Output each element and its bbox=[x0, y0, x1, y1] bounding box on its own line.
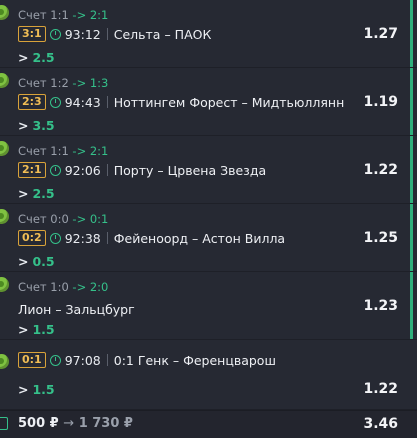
clock-icon bbox=[49, 96, 61, 108]
odds-value: 1.23 bbox=[363, 297, 398, 314]
outcome-value: 0.5 bbox=[32, 254, 55, 269]
match-info: Лион – Зальцбург bbox=[18, 302, 135, 317]
bet-row[interactable]: 0:1 97:08 0:1 Генк – Ференцварош >1.5 1.… bbox=[0, 340, 417, 410]
match-info: 3:1 93:12 Сельта – ПАОК bbox=[18, 26, 211, 42]
outcome-value: 1.5 bbox=[32, 322, 55, 337]
odds-value: 1.25 bbox=[363, 229, 398, 246]
score-change: Счет 1:0 -> 2:0 bbox=[18, 280, 108, 294]
score-before: Счет 1:1 bbox=[18, 144, 69, 158]
divider bbox=[106, 96, 108, 108]
odds-value: 1.22 bbox=[363, 161, 398, 178]
score-before: Счет 1:0 bbox=[18, 280, 69, 294]
match-teams[interactable]: 0:1 Генк – Ференцварош bbox=[114, 353, 276, 368]
arrow-icon: → bbox=[63, 416, 75, 431]
status-bar bbox=[410, 136, 413, 203]
score-before: Счет 1:1 bbox=[18, 8, 69, 22]
score-change: Счет 1:1 -> 2:1 bbox=[18, 144, 108, 158]
score-after: -> 1:3 bbox=[72, 76, 109, 90]
bet-row[interactable]: Счет 1:1 -> 2:1 2:1 92:06 Порту – Црвена… bbox=[0, 136, 417, 204]
total-odds: 3.46 bbox=[363, 416, 398, 432]
outcome-prefix: > bbox=[18, 382, 29, 397]
outcome-value: 2.5 bbox=[32, 186, 55, 201]
stake-amount: 500 ₽ bbox=[18, 416, 59, 431]
match-time: 93:12 bbox=[64, 26, 101, 42]
bet-outcome: >2.5 bbox=[18, 50, 55, 65]
match-info: 0:2 92:38 Фейеноорд – Астон Вилла bbox=[18, 230, 285, 246]
clock-icon bbox=[49, 232, 61, 244]
outcome-value: 1.5 bbox=[32, 382, 55, 397]
bet-row[interactable]: Счет 1:2 -> 1:3 2:3 94:43 Ноттингем Форе… bbox=[0, 68, 417, 136]
odds-value: 1.19 bbox=[363, 93, 398, 110]
score-change: Счет 1:1 -> 2:1 bbox=[18, 8, 108, 22]
divider bbox=[106, 164, 108, 176]
live-score-badge: 3:1 bbox=[18, 26, 46, 42]
status-bar bbox=[410, 272, 413, 339]
divider bbox=[106, 28, 108, 40]
bet-row[interactable]: Счет 1:1 -> 2:1 3:1 93:12 Сельта – ПАОК … bbox=[0, 0, 417, 68]
match-teams[interactable]: Ноттингем Форест – Мидтьюллянн bbox=[114, 95, 345, 110]
odds-value: 1.27 bbox=[363, 25, 398, 42]
coupon-icon bbox=[0, 417, 8, 430]
outcome-value: 3.5 bbox=[32, 118, 55, 133]
bet-outcome: >3.5 bbox=[18, 118, 55, 133]
bet-outcome: >1.5 bbox=[18, 382, 55, 397]
clock-icon bbox=[49, 28, 61, 40]
clock-icon bbox=[49, 354, 61, 366]
divider bbox=[106, 232, 108, 244]
bet-summary: 500 ₽ → 1 730 ₽ 3.46 bbox=[0, 410, 417, 438]
status-bar bbox=[410, 204, 413, 271]
bet-outcome: >0.5 bbox=[18, 254, 55, 269]
match-teams[interactable]: Порту – Црвена Звезда bbox=[114, 163, 266, 178]
stake-summary: 500 ₽ → 1 730 ₽ bbox=[18, 416, 133, 431]
outcome-prefix: > bbox=[18, 118, 29, 133]
match-time: 92:38 bbox=[64, 230, 101, 246]
outcome-prefix: > bbox=[18, 50, 29, 65]
match-time: 94:43 bbox=[64, 94, 101, 110]
soccer-ball-icon bbox=[0, 354, 9, 369]
match-info: 2:3 94:43 Ноттингем Форест – Мидтьюллянн bbox=[18, 94, 344, 110]
score-change: Счет 0:0 -> 0:1 bbox=[18, 212, 108, 226]
score-after: -> 0:1 bbox=[72, 212, 109, 226]
match-time: 92:06 bbox=[64, 162, 101, 178]
soccer-ball-icon bbox=[0, 141, 9, 156]
clock-icon bbox=[49, 164, 61, 176]
outcome-prefix: > bbox=[18, 322, 29, 337]
soccer-ball-icon bbox=[0, 73, 9, 88]
match-teams[interactable]: Сельта – ПАОК bbox=[114, 27, 212, 42]
match-time: 97:08 bbox=[64, 352, 101, 368]
soccer-ball-icon bbox=[0, 5, 9, 20]
live-score-badge: 0:2 bbox=[18, 230, 46, 246]
outcome-prefix: > bbox=[18, 186, 29, 201]
soccer-ball-icon bbox=[0, 209, 9, 224]
status-bar bbox=[410, 0, 413, 67]
score-change: Счет 1:2 -> 1:3 bbox=[18, 76, 108, 90]
score-before: Счет 0:0 bbox=[18, 212, 69, 226]
match-info: 0:1 97:08 0:1 Генк – Ференцварош bbox=[18, 352, 276, 368]
bet-outcome: >1.5 bbox=[18, 322, 55, 337]
bet-row[interactable]: Счет 1:0 -> 2:0 Лион – Зальцбург >1.5 1.… bbox=[0, 272, 417, 340]
live-score-badge: 2:3 bbox=[18, 94, 46, 110]
potential-win: 1 730 ₽ bbox=[78, 416, 133, 431]
outcome-prefix: > bbox=[18, 254, 29, 269]
outcome-value: 2.5 bbox=[32, 50, 55, 65]
live-score-badge: 0:1 bbox=[18, 352, 46, 368]
match-teams[interactable]: Фейеноорд – Астон Вилла bbox=[114, 231, 285, 246]
bet-outcome: >2.5 bbox=[18, 186, 55, 201]
match-teams[interactable]: Лион – Зальцбург bbox=[18, 302, 135, 317]
match-info: 2:1 92:06 Порту – Црвена Звезда bbox=[18, 162, 266, 178]
score-before: Счет 1:2 bbox=[18, 76, 69, 90]
live-score-badge: 2:1 bbox=[18, 162, 46, 178]
score-after: -> 2:0 bbox=[72, 280, 109, 294]
divider bbox=[106, 354, 108, 366]
soccer-ball-icon bbox=[0, 277, 9, 292]
score-after: -> 2:1 bbox=[72, 144, 109, 158]
bet-list: Счет 1:1 -> 2:1 3:1 93:12 Сельта – ПАОК … bbox=[0, 0, 417, 410]
bet-row[interactable]: Счет 0:0 -> 0:1 0:2 92:38 Фейеноорд – Ас… bbox=[0, 204, 417, 272]
score-after: -> 2:1 bbox=[72, 8, 109, 22]
status-bar bbox=[410, 68, 413, 135]
